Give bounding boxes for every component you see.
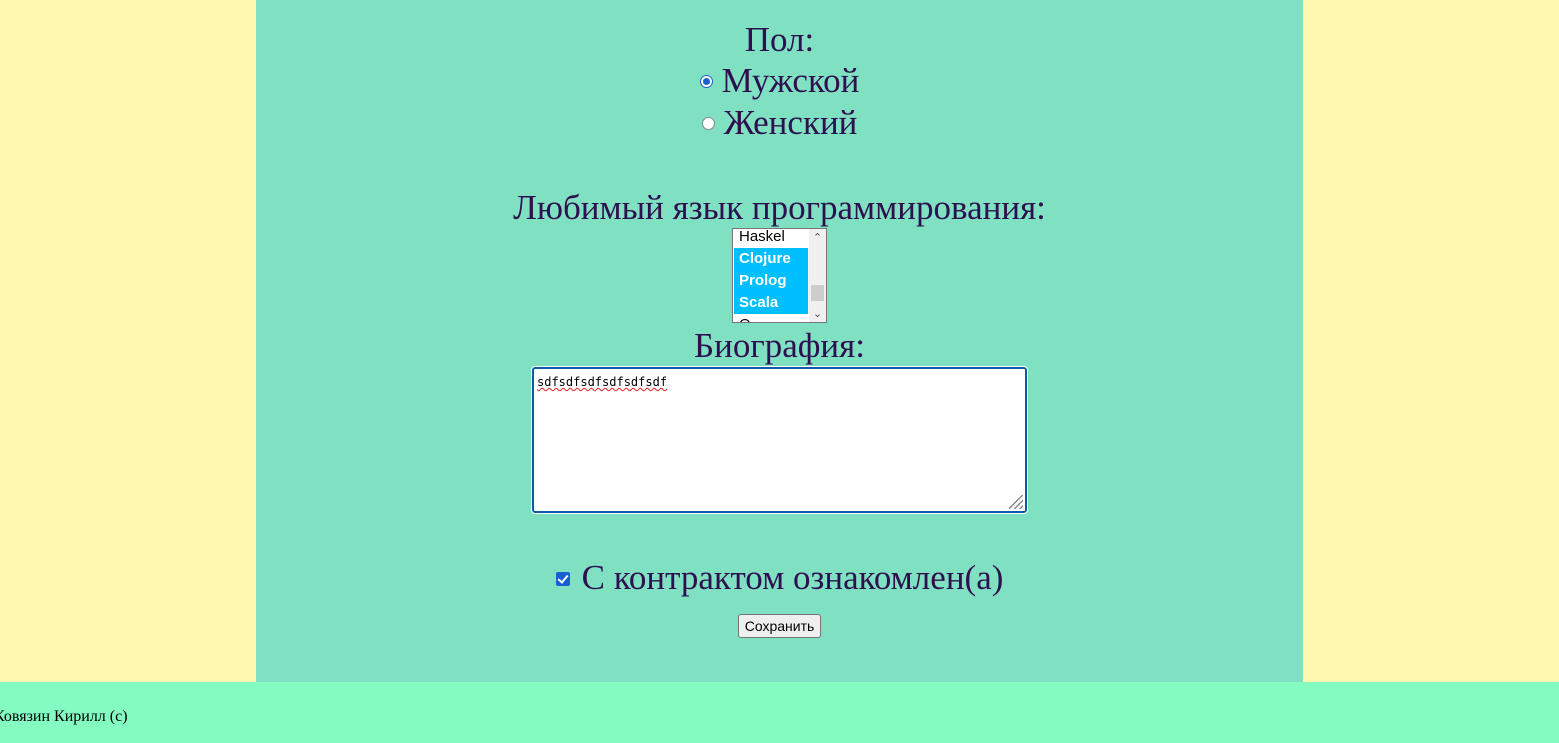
language-label: Любимый язык программирования: [513, 188, 1046, 227]
language-option-haskel[interactable]: Haskel [734, 229, 808, 248]
page: Пол: Мужской Женский Любимый язык програ… [0, 0, 1559, 743]
radio-female-label[interactable]: Женский [724, 103, 858, 142]
resize-grip-icon[interactable] [1009, 495, 1023, 509]
language-option-clojure[interactable]: Clojure [734, 248, 808, 270]
biography-textarea[interactable]: sdfsdfsdfsdfsdfsdf [531, 366, 1028, 514]
chevron-up-icon[interactable]: ⌃ [809, 229, 826, 246]
scrollbar-thumb[interactable] [811, 285, 824, 301]
radio-option-female[interactable]: Женский [256, 103, 1303, 143]
language-option-partial[interactable]: O... [734, 314, 808, 322]
radio-male[interactable] [699, 75, 713, 89]
footer-copyright: Ковязин Кирилл (c) [0, 708, 128, 725]
footer: Ковязин Кирилл (c) [0, 682, 1559, 743]
agreement-label[interactable]: С контрактом ознакомлен(а) [582, 558, 1004, 597]
radio-male-label[interactable]: Мужской [722, 61, 860, 100]
save-button[interactable]: Сохранить [738, 614, 821, 638]
main-form-panel: Пол: Мужской Женский Любимый язык програ… [256, 0, 1303, 682]
radio-female[interactable] [701, 117, 715, 131]
biography-text[interactable]: sdfsdfsdfsdfsdfsdf [537, 375, 667, 389]
chevron-down-icon[interactable]: ⌄ [809, 305, 826, 322]
language-listbox[interactable]: Haskel Clojure Prolog Scala O... ⌃ ⌄ [732, 228, 827, 323]
agreement-row[interactable]: С контрактом ознакомлен(а) [256, 557, 1303, 599]
agreement-checkbox[interactable] [555, 571, 570, 586]
language-option-scala[interactable]: Scala [734, 292, 808, 314]
listbox-scrollbar[interactable]: ⌃ ⌄ [809, 229, 826, 322]
language-option-prolog[interactable]: Prolog [734, 270, 808, 292]
biography-label: Биография: [694, 326, 865, 365]
radio-option-male[interactable]: Мужской [256, 61, 1303, 101]
gender-label: Пол: [744, 20, 815, 59]
